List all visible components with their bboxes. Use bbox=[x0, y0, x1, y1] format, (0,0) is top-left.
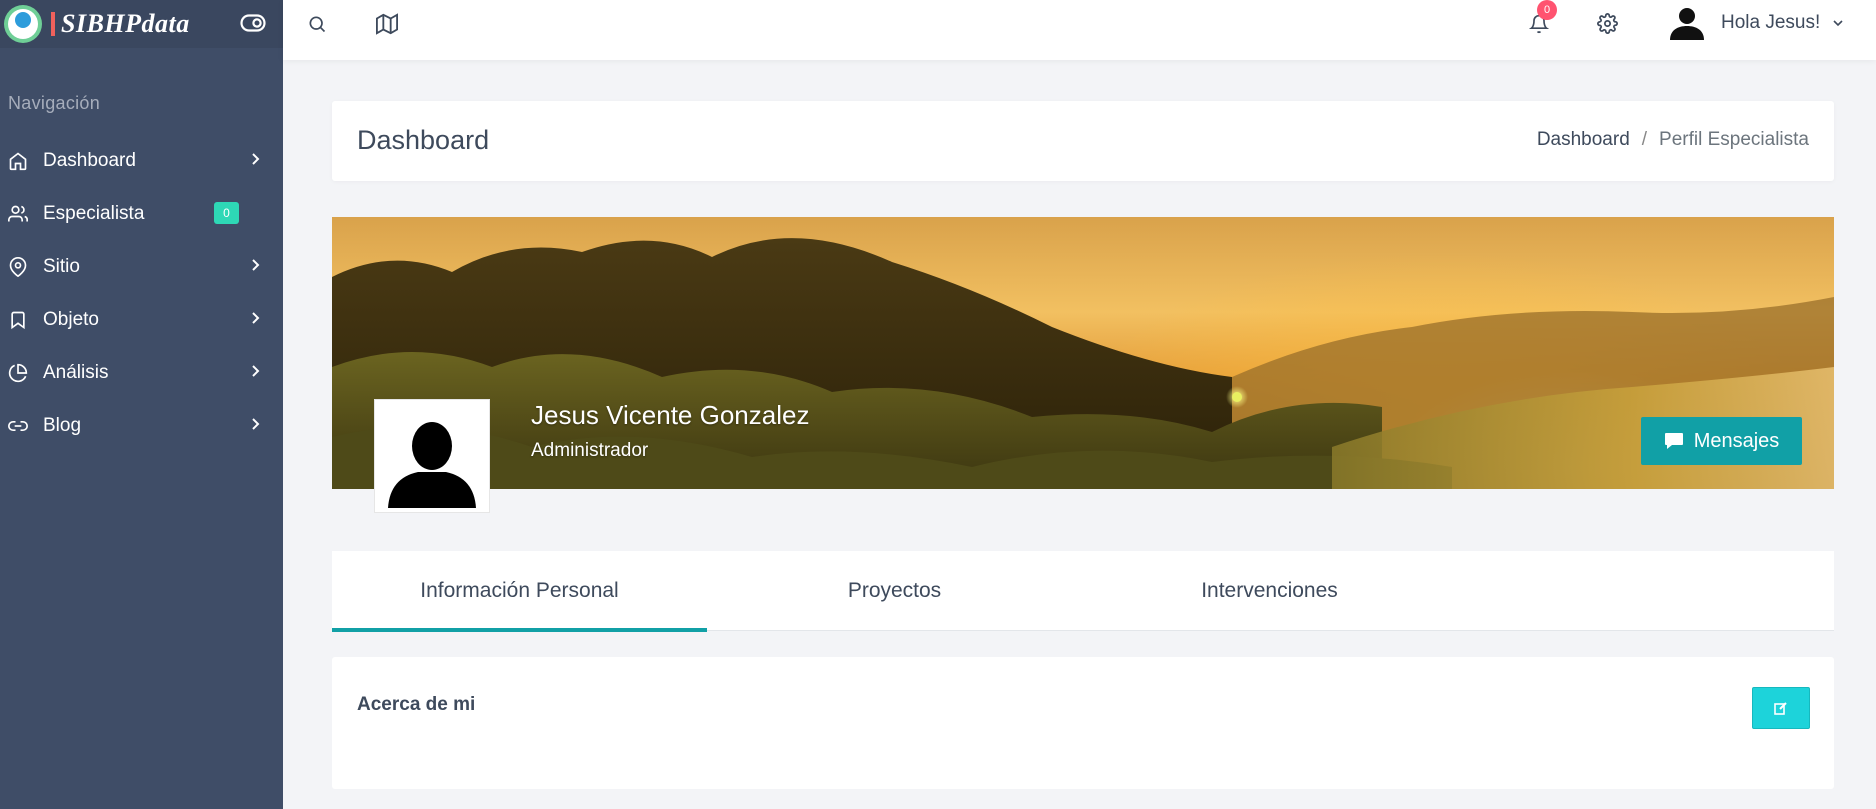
breadcrumb-separator: / bbox=[1641, 129, 1648, 150]
sidebar-item-dashboard[interactable]: Dashboard bbox=[0, 134, 283, 187]
sidebar-item-label: Sitio bbox=[43, 255, 80, 277]
page-title: Dashboard bbox=[357, 125, 490, 155]
sidebar-item-label: Análisis bbox=[43, 361, 109, 383]
gear-icon[interactable] bbox=[1595, 11, 1619, 35]
map-icon[interactable] bbox=[375, 12, 399, 36]
tab-informacion-personal[interactable]: Información Personal bbox=[332, 551, 707, 632]
edit-button[interactable] bbox=[1752, 687, 1810, 729]
map-pin-icon bbox=[8, 256, 28, 277]
sidebar-item-label: Especialista bbox=[43, 202, 145, 224]
profile-avatar[interactable] bbox=[375, 400, 489, 512]
user-avatar-icon bbox=[1670, 8, 1704, 40]
search-icon[interactable] bbox=[305, 12, 329, 36]
profile-role: Administrador bbox=[531, 440, 649, 461]
sidebar-item-blog[interactable]: Blog bbox=[0, 399, 283, 452]
nav-caption: Navigación bbox=[8, 93, 101, 113]
chevron-down-icon bbox=[1833, 20, 1843, 27]
about-card: Acerca de mi bbox=[332, 657, 1834, 789]
user-silhouette-icon bbox=[388, 422, 476, 508]
pie-chart-icon bbox=[8, 363, 28, 383]
breadcrumb-current: Perfil Especialista bbox=[1659, 129, 1809, 150]
home-icon bbox=[8, 151, 28, 171]
sidebar: SIBHPdata Navigación Dashboard Especiali… bbox=[0, 0, 283, 809]
user-greeting: Hola Jesus! bbox=[1721, 12, 1821, 33]
toggle-icon[interactable] bbox=[240, 14, 266, 32]
brand-divider bbox=[51, 12, 55, 36]
brand-name: SIBHPdata bbox=[61, 9, 190, 38]
sidebar-item-especialista[interactable]: Especialista 0 bbox=[0, 187, 283, 240]
sidebar-item-label: Objeto bbox=[43, 308, 99, 330]
notification-count-badge: 0 bbox=[1537, 0, 1557, 20]
chevron-right-icon bbox=[252, 365, 260, 377]
sidebar-item-sitio[interactable]: Sitio bbox=[0, 240, 283, 293]
sidebar-item-objeto[interactable]: Objeto bbox=[0, 293, 283, 346]
about-title: Acerca de mi bbox=[357, 694, 476, 715]
comment-icon bbox=[1664, 433, 1683, 449]
link-icon bbox=[8, 416, 28, 436]
specialist-count-badge: 0 bbox=[214, 202, 239, 224]
chevron-right-icon bbox=[252, 259, 260, 271]
topbar: 0 Hola Jesus! bbox=[283, 0, 1876, 60]
chevron-right-icon bbox=[252, 312, 260, 324]
tab-intervenciones[interactable]: Intervenciones bbox=[1082, 551, 1457, 631]
page-header: Dashboard Dashboard / Perfil Especialist… bbox=[332, 101, 1834, 181]
sidebar-item-label: Dashboard bbox=[43, 149, 136, 171]
breadcrumb-link-dashboard[interactable]: Dashboard bbox=[1537, 129, 1630, 151]
tab-proyectos[interactable]: Proyectos bbox=[707, 551, 1082, 631]
chevron-right-icon bbox=[252, 418, 260, 430]
sidebar-item-label: Blog bbox=[43, 414, 82, 436]
breadcrumb: Dashboard / Perfil Especialista bbox=[1537, 129, 1809, 151]
user-menu[interactable]: Hola Jesus! bbox=[1667, 6, 1844, 40]
messages-button[interactable]: Mensajes bbox=[1641, 417, 1802, 465]
sidebar-nav: Dashboard Especialista 0 Sitio Objeto An… bbox=[0, 134, 283, 452]
messages-button-label: Mensajes bbox=[1693, 429, 1780, 452]
bookmark-icon bbox=[8, 310, 28, 330]
edit-icon bbox=[1774, 702, 1787, 715]
users-icon bbox=[8, 204, 28, 224]
profile-name: Jesus Vicente Gonzalez bbox=[531, 400, 810, 430]
profile-tabs: Información Personal Proyectos Intervenc… bbox=[332, 551, 1834, 632]
brand-logo-icon bbox=[4, 5, 42, 43]
sidebar-item-analisis[interactable]: Análisis bbox=[0, 346, 283, 399]
chevron-right-icon bbox=[252, 153, 260, 165]
